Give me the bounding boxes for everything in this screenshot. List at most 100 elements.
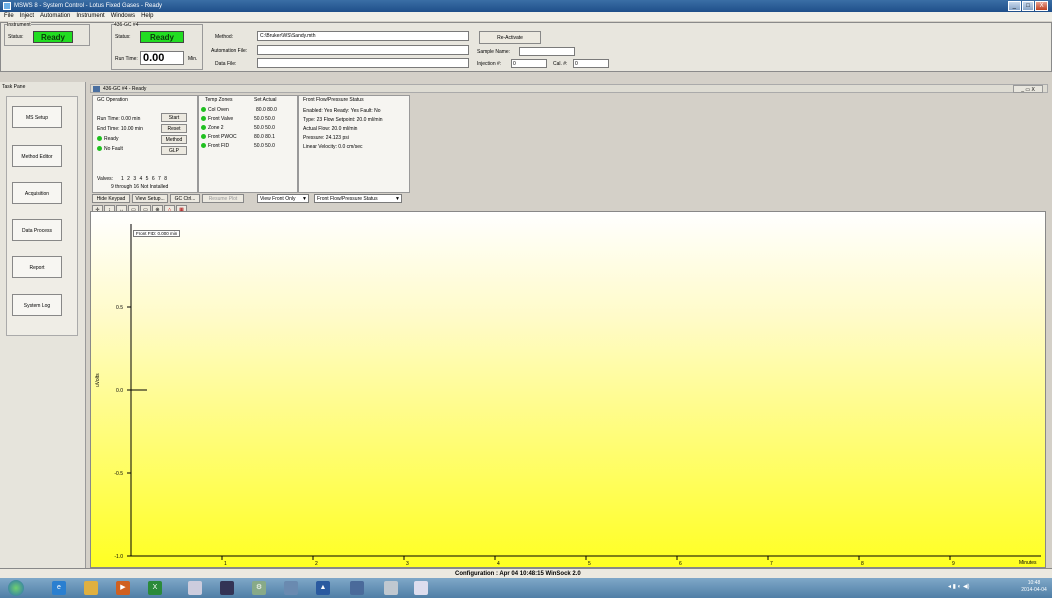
child-window-title: 436-GC #4 - Ready	[103, 86, 147, 92]
window-controls: _ □ X	[1008, 1, 1049, 11]
x-tick-label: 1	[224, 561, 227, 567]
panel-toolbar: Hide Keypad View Setup... GC Ctrl... Res…	[92, 194, 412, 204]
menu-file[interactable]: File	[4, 12, 14, 21]
acquisition-button[interactable]: Acquisition	[12, 182, 62, 204]
zone-name: Col Oven	[208, 107, 229, 113]
resume-plot-button[interactable]: Resume Plot	[202, 194, 244, 203]
menu-instrument[interactable]: Instrument	[76, 12, 104, 21]
status-view-value: Front Flow/Pressure Status	[317, 196, 378, 202]
automation-file-field[interactable]	[257, 45, 469, 55]
instrument-status-label: Status:	[8, 34, 24, 40]
method-group: Method: C:\Bruker\WS\Sandy.mth Automatio…	[209, 27, 471, 69]
internet-explorer-icon[interactable]: e	[52, 581, 66, 595]
report-button[interactable]: Report	[12, 256, 62, 278]
view-mode-select[interactable]: View Front Only ▼	[257, 194, 309, 203]
start-button-icon[interactable]	[8, 580, 24, 596]
tool-app-icon[interactable]	[284, 581, 298, 595]
y-axis-label: uVolts	[95, 373, 101, 387]
status-view-select[interactable]: Front Flow/Pressure Status ▼	[314, 194, 402, 203]
menu-windows[interactable]: Windows	[111, 12, 135, 21]
hide-keypad-button[interactable]: Hide Keypad	[92, 194, 130, 203]
app-icon	[3, 2, 11, 10]
flow-status-line: Actual Flow: 20.0 ml/min	[303, 126, 358, 132]
temp-zones-header: Set Actual	[254, 97, 277, 103]
x-tick-label: 4	[497, 561, 500, 567]
nofault-led-icon	[97, 146, 102, 152]
menu-help[interactable]: Help	[141, 12, 153, 21]
data-process-button[interactable]: Data Process	[12, 219, 62, 241]
flow-status-line: Pressure: 24.123 psi	[303, 135, 349, 141]
zone-led-icon	[201, 143, 206, 149]
excel-icon[interactable]: X	[148, 581, 162, 595]
media-player-icon[interactable]: ▶	[116, 581, 130, 595]
gc-group: 436-GC #4 Status: Ready Run Time: 0.00 M…	[111, 22, 203, 70]
zone-values: 50.0 50.0	[254, 116, 275, 122]
temp-zone-row: Col Oven 80.0 80.0	[201, 106, 297, 115]
gc-ctrl-button[interactable]: GC Ctrl...	[170, 194, 200, 203]
clipboard-app-icon[interactable]	[384, 581, 398, 595]
data-file-field[interactable]	[257, 58, 469, 68]
nofault-text: No Fault	[104, 146, 123, 152]
ready-indicator: Ready	[97, 136, 118, 142]
runtime-value: 0.00	[140, 51, 184, 65]
y-tick-label: -1.0	[114, 554, 123, 560]
folder-icon[interactable]	[84, 581, 98, 595]
close-button[interactable]: X	[1035, 1, 1049, 11]
sample-name-field[interactable]	[519, 47, 575, 56]
ready-led-icon	[97, 136, 102, 142]
system-tray[interactable]: ◂ ▮ ◐ ◀)	[948, 583, 1008, 593]
clock[interactable]: 10:48 2014-04-04	[1018, 580, 1050, 596]
chart-app-icon[interactable]: ▲	[316, 581, 330, 595]
child-window-title-bar[interactable]: 436-GC #4 - Ready _ ▭ X	[90, 84, 1048, 93]
task-pane: Task Pane MS Setup Method Editor Acquisi…	[0, 82, 86, 568]
window-app2-icon[interactable]	[414, 581, 428, 595]
valves-numbers[interactable]: 1 2 3 4 5 6 7 8	[121, 176, 168, 182]
menu-automation[interactable]: Automation	[40, 12, 70, 21]
reactivate-button[interactable]: Re-Activate	[479, 31, 541, 44]
cal-label: Cal. #:	[553, 61, 568, 67]
y-tick-label: 0.0	[116, 388, 123, 394]
glp-button[interactable]: GLP	[161, 146, 187, 155]
chromatogram-svg: 0.5 0.0 -0.5 -1.0 1 2 3 4 5 6 7 8 9	[114, 224, 1041, 567]
y-tick-label: -0.5	[114, 471, 123, 477]
reset-button[interactable]: Reset	[161, 124, 187, 133]
gc-operation-panel: GC Operation Run Time: 0.00 min End Time…	[92, 95, 198, 193]
view-setup-button[interactable]: View Setup...	[132, 194, 168, 203]
chromatogram-plot[interactable]: 0.5 0.0 -0.5 -1.0 1 2 3 4 5 6 7 8 9 Front FID: 0.000…	[90, 211, 1046, 568]
x-tick-label: 8	[861, 561, 864, 567]
network-app-icon[interactable]	[350, 581, 364, 595]
cal-field[interactable]: 0	[573, 59, 609, 68]
window-app-icon[interactable]	[220, 581, 234, 595]
method-button[interactable]: Method	[161, 135, 187, 144]
injection-field[interactable]: 0	[511, 59, 547, 68]
chevron-down-icon: ▼	[302, 196, 307, 202]
x-tick-label: 7	[770, 561, 773, 567]
x-tick-label: 9	[952, 561, 955, 567]
menu-inject[interactable]: Inject	[20, 12, 34, 21]
x-tick-label: 5	[588, 561, 591, 567]
gc-endtime-text: End Time: 10.00 min	[97, 126, 143, 132]
task-pane-title: Task Pane	[2, 84, 26, 90]
flow-status-panel: Front Flow/Pressure Status Enabled: Yes …	[298, 95, 410, 193]
start-button[interactable]: Start	[161, 113, 187, 122]
system-log-button[interactable]: System Log	[12, 294, 62, 316]
trace-label: Front FID: 0.000 min	[133, 230, 181, 237]
valves-note: 9 through 16 Not Installed	[111, 184, 169, 190]
maximize-button[interactable]: □	[1021, 1, 1035, 11]
method-editor-button[interactable]: Method Editor	[12, 145, 62, 167]
valves-label: Valves:	[97, 176, 114, 182]
zone-name: Front Valve	[208, 116, 234, 122]
zone-values: 50.0 50.0	[254, 125, 275, 131]
application-icon[interactable]	[188, 581, 202, 595]
ms-setup-button[interactable]: MS Setup	[12, 106, 62, 128]
sample-name-label: Sample Name:	[477, 49, 511, 55]
temp-zone-row: Front FID 50.0 50.0	[201, 142, 297, 151]
method-field[interactable]: C:\Bruker\WS\Sandy.mth	[257, 31, 469, 41]
gear-app-icon[interactable]: ⚙	[252, 581, 266, 595]
window-title-bar[interactable]: MSWS 8 - System Control - Lotus Fixed Ga…	[0, 0, 1052, 12]
zone-name: Zone 2	[208, 125, 224, 131]
minimize-button[interactable]: _	[1008, 1, 1021, 11]
child-window-controls[interactable]: _ ▭ X	[1013, 85, 1043, 93]
window-title: MSWS 8 - System Control - Lotus Fixed Ga…	[14, 3, 163, 9]
status-bar: Configuration : Apr 04 10:48:15 WinSock …	[0, 568, 1052, 578]
